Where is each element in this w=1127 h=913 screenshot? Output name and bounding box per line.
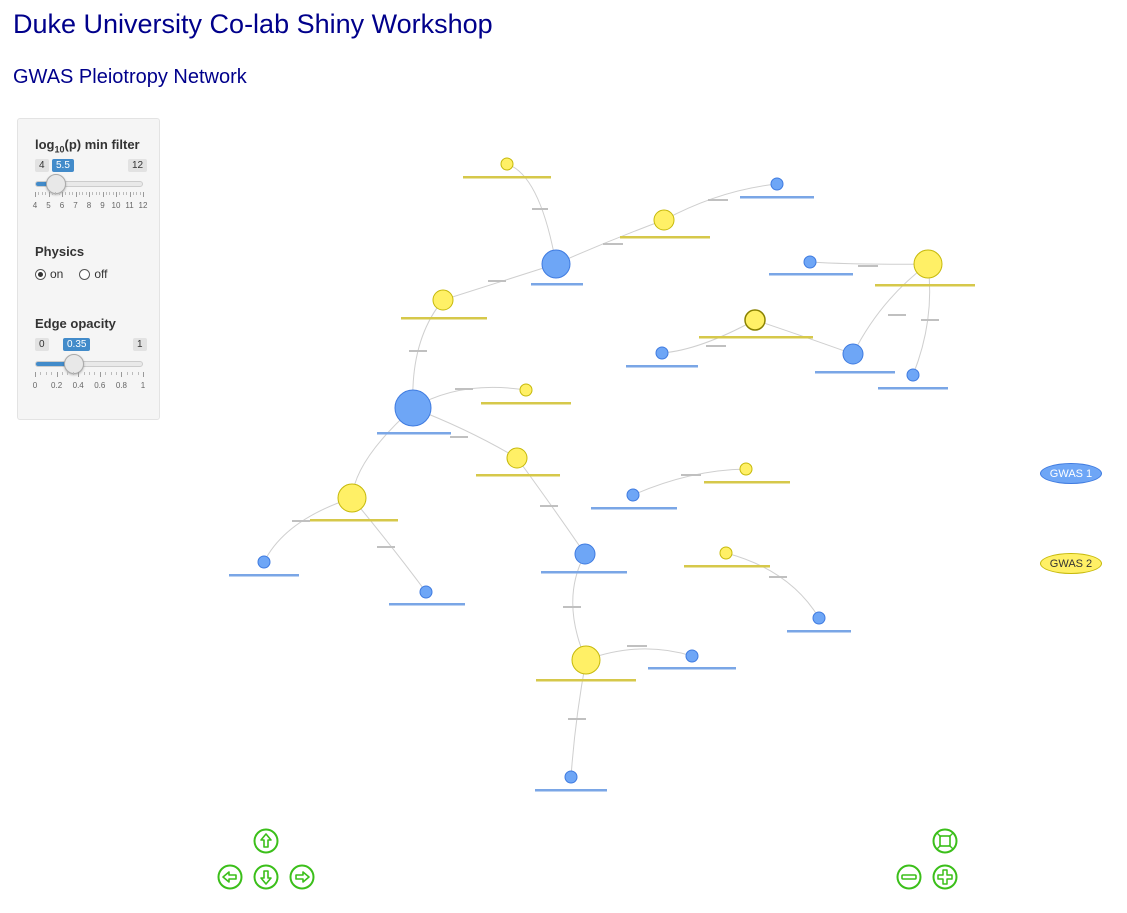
node-gwas1[interactable] — [257, 555, 271, 569]
node-gwas2[interactable] — [913, 249, 943, 279]
node-label-gwas2 — [481, 402, 571, 405]
edge — [585, 648, 693, 661]
node-label-gwas2 — [699, 336, 813, 339]
arrow-left-icon[interactable] — [217, 864, 243, 890]
edge-label — [706, 345, 726, 347]
node-gwas2[interactable] — [571, 645, 601, 675]
node-label-gwas2 — [401, 317, 487, 320]
node-label-gwas2 — [620, 236, 710, 239]
edge — [555, 219, 665, 265]
node-label-gwas1 — [787, 630, 851, 633]
node-gwas1[interactable] — [574, 543, 596, 565]
edge-label — [455, 388, 473, 390]
node-gwas2[interactable] — [500, 157, 514, 171]
edge-label — [532, 208, 548, 210]
arrow-down-icon[interactable] — [253, 864, 279, 890]
node-gwas1[interactable] — [803, 255, 817, 269]
arrow-right-icon[interactable] — [289, 864, 315, 890]
edge-label — [708, 199, 728, 201]
edge-label — [888, 314, 906, 316]
node-gwas1[interactable] — [770, 177, 784, 191]
zoom-extend-icon[interactable] — [932, 828, 958, 854]
node-label-gwas2 — [684, 565, 770, 568]
edge-label — [603, 243, 623, 245]
node-label-gwas1 — [377, 432, 451, 435]
node-gwas1[interactable] — [812, 611, 826, 625]
node-label-gwas1 — [740, 196, 814, 199]
network-canvas[interactable] — [0, 0, 1127, 913]
edge — [663, 183, 778, 221]
node-label-gwas2 — [310, 519, 398, 522]
node-gwas1[interactable] — [655, 346, 669, 360]
zoom-out-icon[interactable] — [896, 864, 922, 890]
edge — [351, 497, 427, 593]
edge — [506, 163, 557, 265]
node-label-gwas1 — [648, 667, 736, 670]
node-gwas1[interactable] — [564, 770, 578, 784]
edge-label — [540, 505, 558, 507]
node-label-gwas1 — [531, 283, 583, 286]
node-gwas1[interactable] — [906, 368, 920, 382]
node-label-gwas1 — [541, 571, 627, 574]
zoom-in-icon[interactable] — [932, 864, 958, 890]
node-gwas2[interactable] — [719, 546, 733, 560]
edge-label — [409, 350, 427, 352]
node-label-gwas1 — [591, 507, 677, 510]
edge-label — [377, 546, 395, 548]
node-gwas2[interactable] — [739, 462, 753, 476]
node-label-gwas1 — [389, 603, 465, 606]
node-labels — [229, 176, 975, 792]
edge — [852, 263, 929, 355]
edge-label — [450, 436, 468, 438]
node-label-gwas2 — [536, 679, 636, 682]
arrow-up-icon[interactable] — [253, 828, 279, 854]
node-gwas2[interactable] — [337, 483, 367, 513]
node-gwas1[interactable] — [394, 389, 432, 427]
node-gwas1[interactable] — [842, 343, 864, 365]
edge-label — [769, 576, 787, 578]
node-gwas2[interactable] — [519, 383, 533, 397]
edge — [725, 552, 820, 619]
node-gwas1[interactable] — [626, 488, 640, 502]
edge — [809, 261, 929, 265]
node-label-gwas2 — [704, 481, 790, 484]
node-gwas2[interactable] — [653, 209, 675, 231]
edge-labels — [292, 199, 939, 720]
edge-label — [292, 520, 310, 522]
node-gwas2[interactable] — [432, 289, 454, 311]
node-gwas1[interactable] — [541, 249, 571, 279]
node-label-gwas1 — [878, 387, 948, 390]
node-label-gwas1 — [626, 365, 698, 368]
edge-label — [921, 319, 939, 321]
node-gwas2-selected[interactable] — [744, 309, 766, 331]
edge-label — [681, 474, 701, 476]
edge-label — [488, 280, 506, 282]
edges — [263, 163, 931, 778]
node-gwas1[interactable] — [685, 649, 699, 663]
node-label-gwas1 — [229, 574, 299, 577]
edge-label — [563, 606, 581, 608]
node-gwas1[interactable] — [419, 585, 433, 599]
legend-gwas1[interactable]: GWAS 1 — [1040, 463, 1102, 484]
node-label-gwas1 — [535, 789, 607, 792]
node-label-gwas2 — [875, 284, 975, 287]
node-label-gwas2 — [463, 176, 551, 179]
edge-label — [627, 645, 647, 647]
edge-label — [568, 718, 586, 720]
node-label-gwas2 — [476, 474, 560, 477]
node-label-gwas1 — [815, 371, 895, 374]
node-gwas2[interactable] — [506, 447, 528, 469]
edge-label — [858, 265, 878, 267]
node-label-gwas1 — [769, 273, 853, 276]
edge — [263, 497, 353, 563]
legend-gwas2[interactable]: GWAS 2 — [1040, 553, 1102, 574]
